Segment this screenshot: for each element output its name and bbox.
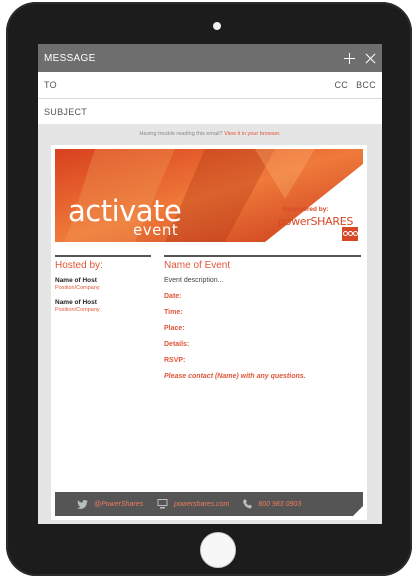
subject-label: SUBJECT	[44, 107, 88, 117]
footer-website[interactable]: powershares.com	[157, 499, 229, 509]
to-label: TO	[44, 80, 57, 90]
event-name: Name of Event	[164, 260, 231, 271]
cc-bcc-group: CC BCC	[334, 80, 376, 90]
home-button[interactable]	[200, 532, 236, 568]
divider	[55, 255, 151, 257]
date-label: Date:	[164, 293, 182, 300]
footer-corner-decoration	[353, 506, 363, 516]
message-header: MESSAGE	[38, 44, 382, 72]
divider	[164, 255, 361, 257]
computer-icon	[157, 499, 168, 509]
phone-number: 800 983 0903	[258, 500, 302, 508]
host-name: Name of Host	[55, 299, 97, 306]
camera-icon	[213, 22, 221, 30]
time-label: Time:	[164, 309, 183, 316]
email-body-area: Having trouble reading this email? View …	[38, 124, 382, 524]
close-icon[interactable]	[365, 53, 376, 64]
event-details-column: Name of Event Event description... Date:…	[164, 255, 361, 380]
bcc-button[interactable]: BCC	[356, 80, 376, 90]
details-label: Details:	[164, 341, 190, 348]
hosted-by-column: Hosted by: Name of Host Position/Company…	[55, 255, 151, 313]
message-title: MESSAGE	[44, 52, 96, 64]
phone-icon	[243, 499, 253, 509]
host-position: Position/Company	[55, 285, 100, 291]
host-name: Name of Host	[55, 277, 97, 284]
view-in-browser-link[interactable]: View it in your browser.	[224, 131, 280, 137]
subject-field[interactable]: SUBJECT	[38, 99, 382, 126]
plus-icon[interactable]	[344, 52, 355, 64]
twitter-handle: @PowerShares	[94, 500, 144, 508]
email-card: activate event Sponsored by: powerSHARES…	[51, 145, 367, 520]
banner-subtitle: event	[133, 221, 179, 239]
footer-twitter[interactable]: @PowerShares	[77, 499, 144, 509]
trouble-text: Having trouble reading this email?	[139, 131, 223, 137]
footer-phone[interactable]: 800 983 0903	[243, 499, 301, 509]
contact-line: Please contact (Name) with any questions…	[164, 373, 306, 380]
twitter-icon	[77, 499, 88, 509]
event-description: Event description...	[164, 277, 224, 284]
host-position: Position/Company	[55, 307, 100, 313]
qqq-logo-icon	[342, 227, 358, 241]
rsvp-label: RSVP:	[164, 357, 186, 364]
header-actions	[344, 52, 376, 64]
sponsor-label: Sponsored by:	[283, 206, 329, 213]
website-link: powershares.com	[174, 500, 230, 508]
place-label: Place:	[164, 325, 185, 332]
trouble-reading-line: Having trouble reading this email? View …	[38, 124, 382, 138]
hosted-by-title: Hosted by:	[55, 260, 103, 271]
event-banner: activate event Sponsored by: powerSHARES	[55, 149, 363, 242]
mail-compose-screen: MESSAGE TO CC BCC SUBJECT Having trouble…	[38, 44, 382, 524]
email-footer: @PowerShares powershares.com 800 983 090…	[55, 492, 363, 516]
to-field[interactable]: TO CC BCC	[38, 72, 382, 99]
cc-button[interactable]: CC	[334, 80, 348, 90]
